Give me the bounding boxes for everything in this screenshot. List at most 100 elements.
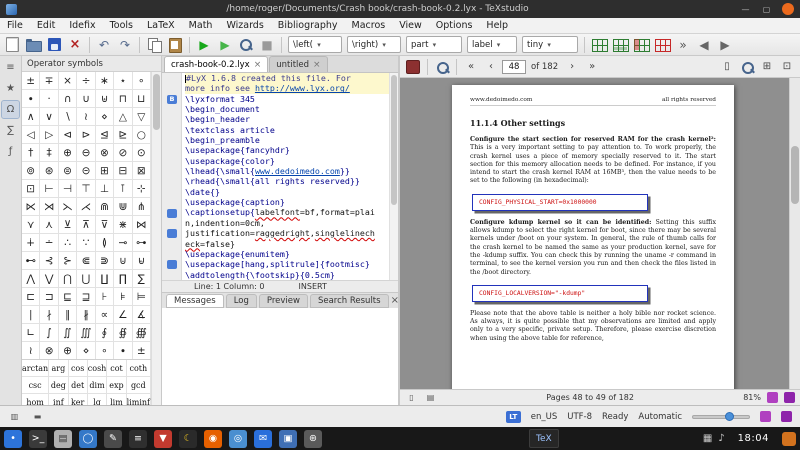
messages-tab-messages[interactable]: Messages bbox=[166, 294, 224, 308]
symbol-cell[interactable]: ⊛ bbox=[40, 162, 58, 180]
symbol-cell[interactable]: ∦ bbox=[77, 306, 95, 324]
code-line[interactable]: more info see http://www.lyx.org/ bbox=[185, 83, 398, 93]
symbol-cell[interactable]: ∝ bbox=[96, 306, 114, 324]
symbol-cell[interactable]: ∟ bbox=[22, 324, 40, 342]
symbol-cell[interactable]: ⊥ bbox=[96, 180, 114, 198]
symbol-cell[interactable]: ⊱ bbox=[59, 252, 77, 270]
code-line[interactable]: \rhead{\small{all rights reserved}} bbox=[185, 176, 398, 186]
macros-panel-icon[interactable]: ƒ bbox=[2, 143, 19, 160]
pdf-tool-icon-2[interactable] bbox=[784, 392, 795, 403]
page-layout-single-icon[interactable]: ▯ bbox=[405, 391, 418, 404]
chromium-icon[interactable]: ◎ bbox=[229, 430, 247, 448]
editor-scrollbar[interactable] bbox=[389, 73, 398, 280]
status-tool-icon-2[interactable] bbox=[781, 411, 792, 422]
function-cell[interactable]: ker bbox=[69, 394, 88, 405]
symbol-cell[interactable]: ∯ bbox=[114, 324, 132, 342]
symbol-cell[interactable]: ≀ bbox=[77, 108, 95, 126]
symbol-cell[interactable]: ⋑ bbox=[96, 252, 114, 270]
previous-document-icon[interactable]: ◀ bbox=[694, 35, 714, 54]
code-line[interactable]: \textclass article bbox=[185, 125, 398, 135]
code-line[interactable]: \addtolength{\footskip}{0.5cm} bbox=[185, 270, 398, 280]
file-manager-icon[interactable]: ▤ bbox=[54, 430, 72, 448]
build-view-icon[interactable]: ▶ bbox=[194, 35, 214, 54]
menu-item-macros[interactable]: Macros bbox=[345, 18, 393, 33]
symbol-cell[interactable]: ⊕ bbox=[59, 144, 77, 162]
terminal-icon[interactable]: >_ bbox=[29, 430, 47, 448]
languagetool-icon[interactable]: LT bbox=[506, 411, 521, 423]
open-file-icon[interactable] bbox=[23, 35, 43, 54]
tab-close-icon[interactable] bbox=[313, 60, 321, 70]
symbol-cell[interactable]: ∩ bbox=[59, 90, 77, 108]
tab-close-icon[interactable] bbox=[254, 60, 262, 70]
symbol-cell[interactable]: ÷ bbox=[77, 72, 95, 90]
symbol-cell[interactable]: ⋋ bbox=[59, 198, 77, 216]
gutter-mark-icon[interactable]: B bbox=[167, 95, 177, 104]
function-cell[interactable]: det bbox=[69, 377, 88, 394]
symbol-cell[interactable]: ⋔ bbox=[133, 198, 151, 216]
bookmarks-panel-icon[interactable]: ★ bbox=[2, 80, 19, 97]
symbol-cell[interactable]: ⊙ bbox=[133, 144, 151, 162]
symbol-cell[interactable]: ∮ bbox=[96, 324, 114, 342]
function-cell[interactable]: arg bbox=[49, 360, 68, 377]
modify-table-icon[interactable] bbox=[631, 35, 651, 54]
encoding-label[interactable]: UTF-8 bbox=[567, 412, 592, 422]
function-cell[interactable]: cosh bbox=[88, 360, 108, 377]
symbol-cell[interactable]: ⊰ bbox=[40, 252, 58, 270]
symbol-cell[interactable]: ∑ bbox=[133, 270, 151, 288]
view-pdf-icon[interactable] bbox=[236, 35, 256, 54]
slider-knob[interactable] bbox=[725, 412, 734, 421]
symbol-cell[interactable]: ∖ bbox=[59, 108, 77, 126]
function-cell[interactable]: hom bbox=[22, 394, 49, 405]
symbol-cell[interactable]: ⊦ bbox=[96, 288, 114, 306]
function-cell[interactable]: lg bbox=[88, 394, 108, 405]
maximize-button[interactable]: ▢ bbox=[759, 3, 774, 16]
symbol-cell[interactable]: ⊏ bbox=[22, 288, 40, 306]
minimize-button[interactable]: — bbox=[738, 3, 753, 16]
symbol-cell[interactable]: ⋄ bbox=[96, 108, 114, 126]
undo-icon[interactable]: ↶ bbox=[94, 35, 114, 54]
menu-item-bibliography[interactable]: Bibliography bbox=[271, 18, 345, 33]
symbol-cell[interactable]: ∙ bbox=[22, 90, 40, 108]
symbol-cell[interactable]: ⊨ bbox=[133, 288, 151, 306]
editor-tab[interactable]: untitled bbox=[269, 56, 327, 72]
symbol-cell[interactable]: ⋌ bbox=[77, 198, 95, 216]
fullscreen-icon[interactable]: ⊡ bbox=[778, 58, 796, 76]
function-cell[interactable]: deg bbox=[49, 377, 68, 394]
line-ending-label[interactable]: Automatic bbox=[638, 412, 682, 422]
new-file-icon[interactable] bbox=[2, 35, 22, 54]
symbol-cell[interactable]: ⊚ bbox=[22, 162, 40, 180]
symbol-cell[interactable]: ∐ bbox=[96, 270, 114, 288]
symbol-cell[interactable]: ∵ bbox=[77, 234, 95, 252]
function-cell[interactable]: inf bbox=[49, 394, 68, 405]
symbol-cell[interactable]: ⊴ bbox=[96, 126, 114, 144]
network-icon[interactable]: ▦ bbox=[703, 433, 712, 444]
editor[interactable]: B #LyX 1.6.8 created this file. Formore … bbox=[162, 73, 398, 280]
function-cell[interactable]: lim bbox=[107, 394, 126, 405]
symbol-cell[interactable]: ⋂ bbox=[59, 270, 77, 288]
taskbar-clock[interactable]: 18:04 bbox=[738, 433, 769, 444]
symbol-cell[interactable]: ⋎ bbox=[22, 216, 40, 234]
symbol-cell[interactable]: ⊘ bbox=[114, 144, 132, 162]
symbol-cell[interactable]: ⊸ bbox=[114, 234, 132, 252]
dictionary-language[interactable]: en_US bbox=[531, 412, 557, 422]
status-tool-icon-1[interactable] bbox=[760, 411, 771, 422]
symbol-cell[interactable]: ⋆ bbox=[114, 72, 132, 90]
symbol-cell[interactable]: ∙ bbox=[114, 342, 132, 359]
symbol-cell[interactable]: ± bbox=[133, 342, 151, 359]
symbol-cell[interactable]: ⊷ bbox=[22, 252, 40, 270]
symbol-cell[interactable]: ⊡ bbox=[22, 180, 40, 198]
symbol-cell[interactable]: ∫ bbox=[40, 324, 58, 342]
symbol-cell[interactable]: ∘ bbox=[133, 72, 151, 90]
symbol-cell[interactable]: ⊤ bbox=[77, 180, 95, 198]
firefox-icon[interactable]: ◉ bbox=[204, 430, 222, 448]
messages-tab-log[interactable]: Log bbox=[226, 294, 257, 308]
close-file-icon[interactable]: × bbox=[65, 35, 85, 54]
single-page-view-icon[interactable]: ▯ bbox=[718, 58, 736, 76]
right-delimiter-combo[interactable]: \right) bbox=[347, 36, 401, 53]
symbol-cell[interactable]: △ bbox=[114, 108, 132, 126]
code-line[interactable]: \usepackage{fancyhdr} bbox=[185, 145, 398, 155]
delete-table-icon[interactable] bbox=[652, 35, 672, 54]
math-panel-icon[interactable]: ∑ bbox=[2, 122, 19, 139]
symbol-cell[interactable]: ∔ bbox=[22, 234, 40, 252]
code-area[interactable]: #LyX 1.6.8 created this file. Formore in… bbox=[182, 73, 398, 280]
